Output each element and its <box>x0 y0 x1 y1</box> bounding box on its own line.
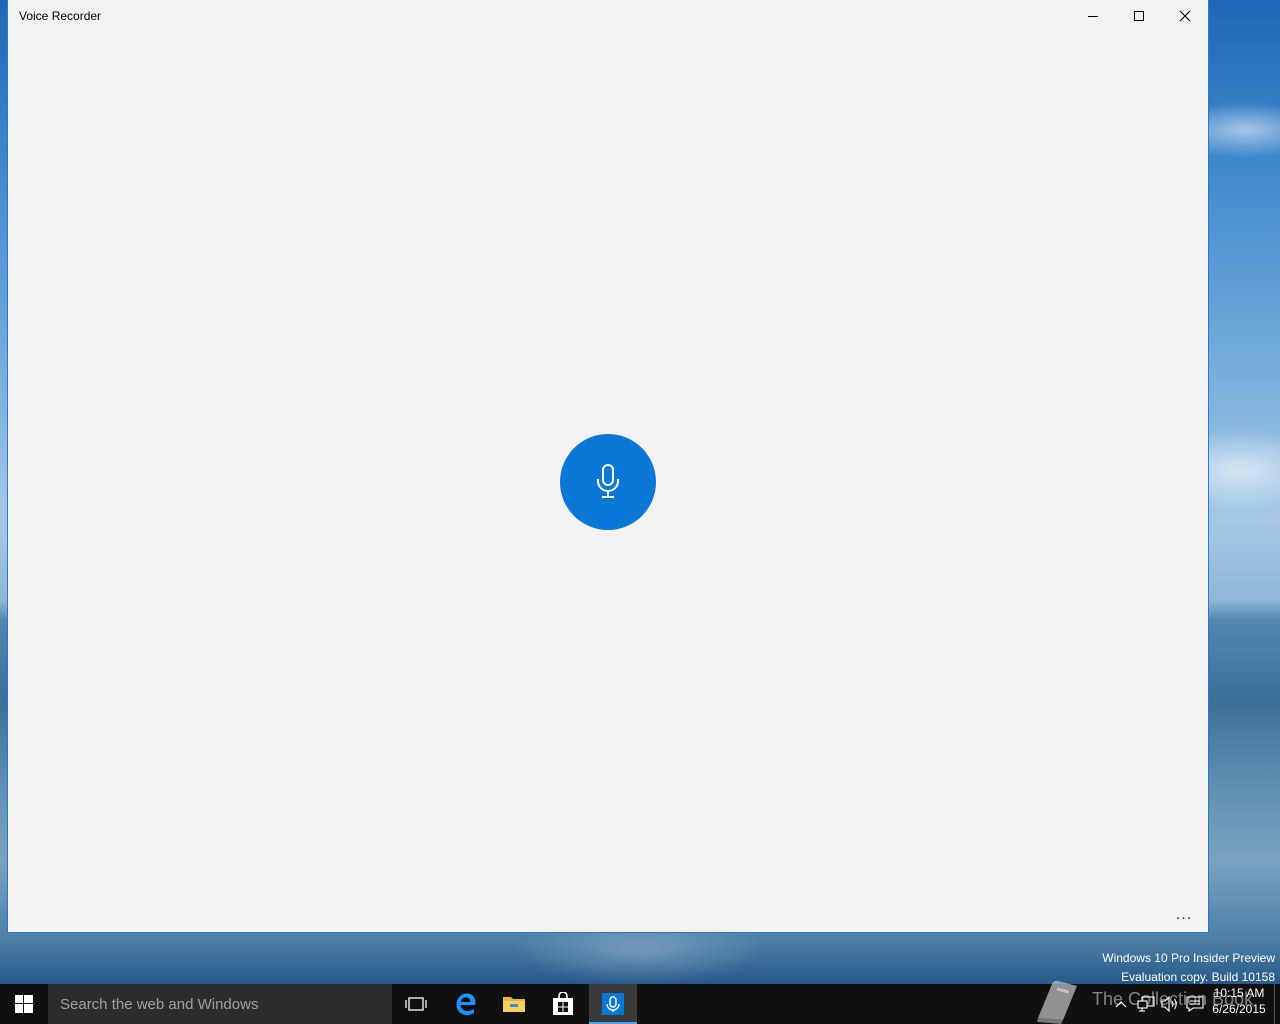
close-button[interactable] <box>1162 0 1208 32</box>
action-center-icon <box>1186 996 1204 1012</box>
voice-recorder-taskbar-button[interactable] <box>589 984 637 1024</box>
minimize-icon <box>1088 16 1098 17</box>
watermark-line-1: Windows 10 Pro Insider Preview <box>1102 951 1275 965</box>
file-explorer-button[interactable] <box>490 984 538 1024</box>
show-desktop-button[interactable] <box>1274 984 1280 1024</box>
store-button[interactable] <box>539 984 587 1024</box>
maximize-icon <box>1134 11 1144 21</box>
edge-icon <box>456 993 476 1015</box>
volume-button[interactable] <box>1158 984 1182 1024</box>
network-icon <box>1137 996 1155 1012</box>
record-button[interactable] <box>560 434 656 530</box>
taskbar: Search the web and Windows <box>0 984 1280 1024</box>
start-button[interactable] <box>0 984 48 1024</box>
folder-icon <box>503 997 525 1012</box>
microphone-icon <box>597 464 619 498</box>
clock-date: 6/26/2015 <box>1212 1002 1266 1016</box>
action-center-button[interactable] <box>1183 984 1207 1024</box>
task-view-button[interactable] <box>392 984 440 1024</box>
collection-book-logo <box>1037 980 1077 1024</box>
clock-time: 10:15 AM <box>1213 986 1265 1000</box>
window-title: Voice Recorder <box>19 9 102 23</box>
title-bar[interactable]: Voice Recorder <box>8 0 1208 32</box>
voice-recorder-window: Voice Recorder ... <box>8 0 1208 932</box>
windows-watermark: Windows 10 Pro Insider Preview Evaluatio… <box>1102 949 1275 987</box>
close-icon <box>1179 10 1191 22</box>
task-view-icon <box>405 997 427 1011</box>
edge-browser-button[interactable] <box>442 984 490 1024</box>
speaker-icon <box>1161 996 1177 1012</box>
store-icon <box>553 992 573 1015</box>
search-input[interactable]: Search the web and Windows <box>48 984 392 1024</box>
maximize-button[interactable] <box>1116 0 1162 32</box>
search-placeholder: Search the web and Windows <box>60 995 259 1013</box>
show-hidden-icons-button[interactable] <box>1110 984 1132 1024</box>
voice-recorder-app-icon <box>602 993 624 1015</box>
clock[interactable]: 10:15 AM 6/26/2015 <box>1206 985 1272 1017</box>
network-button[interactable] <box>1134 984 1158 1024</box>
minimize-button[interactable] <box>1070 0 1116 32</box>
chevron-up-icon <box>1115 1001 1127 1008</box>
windows-logo-icon <box>15 995 33 1013</box>
more-options-button[interactable]: ... <box>1166 907 1202 932</box>
